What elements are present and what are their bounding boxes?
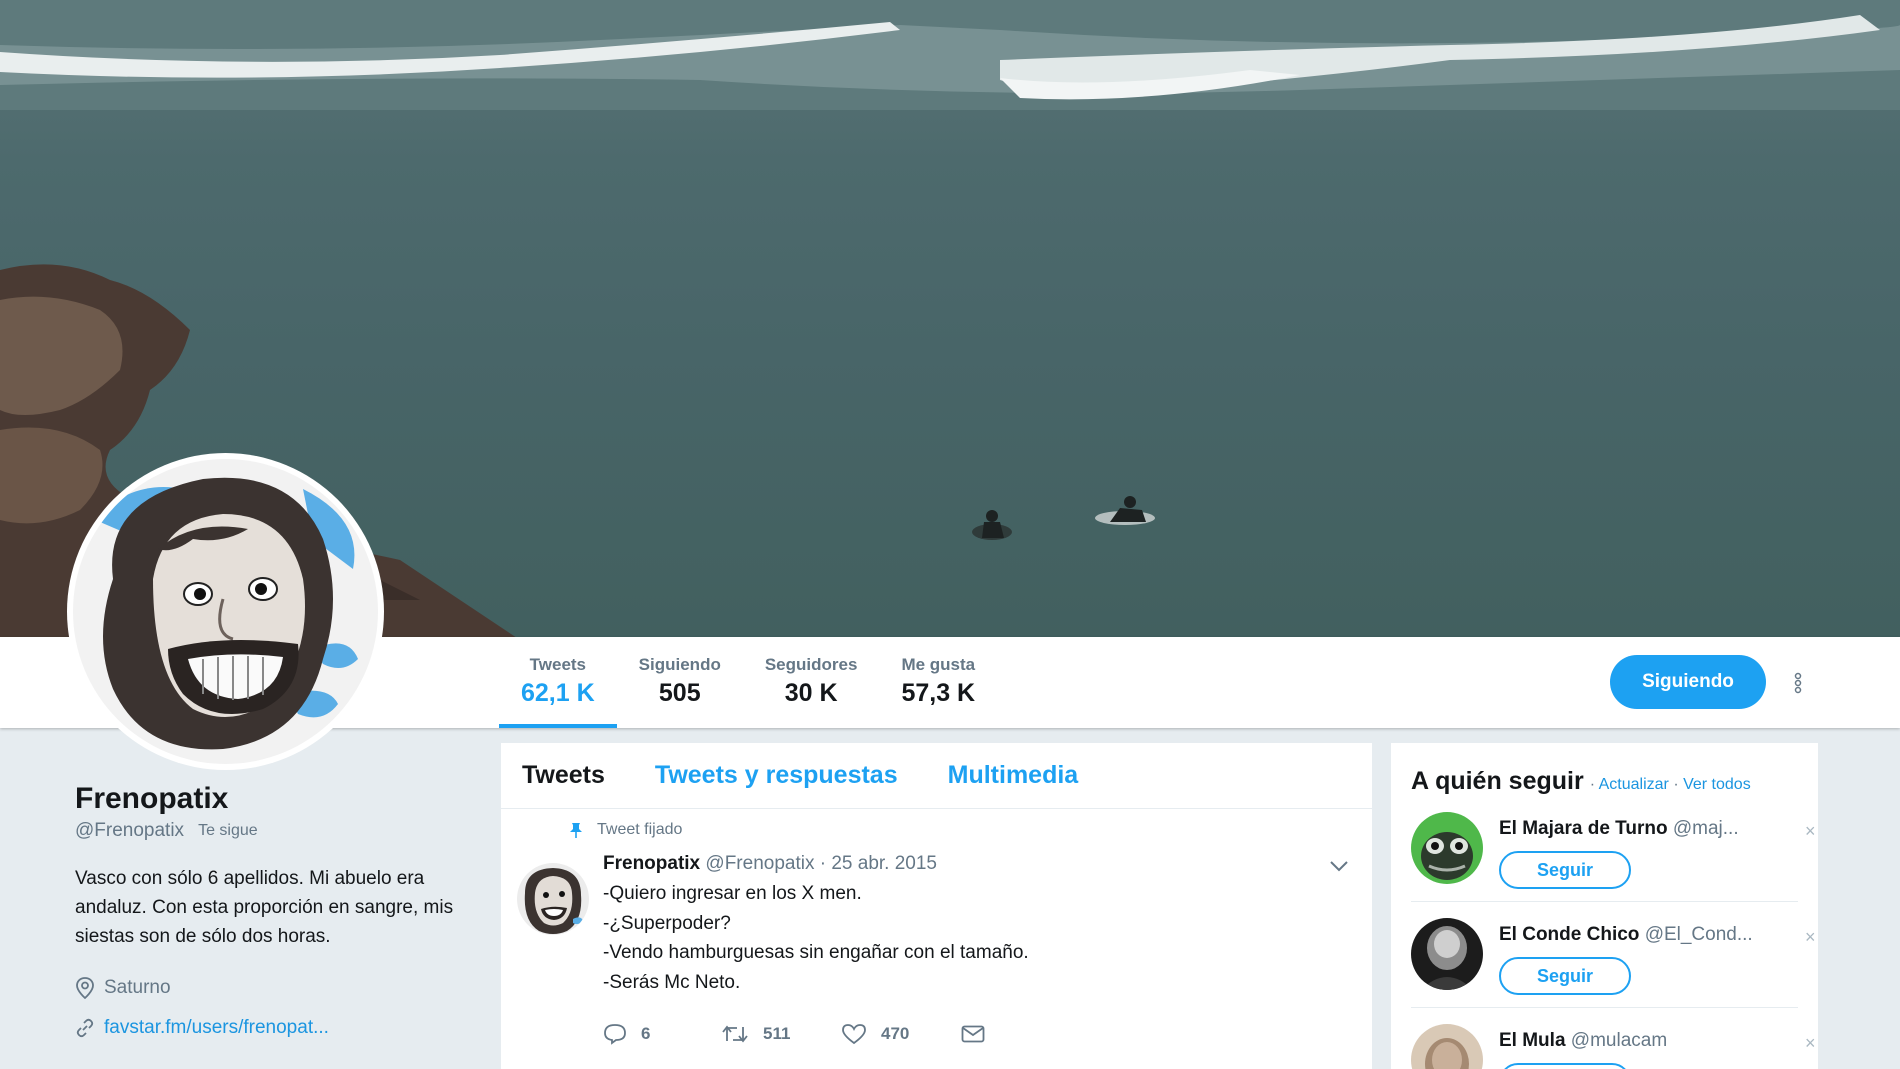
avatar-image — [73, 459, 378, 764]
retweet-icon — [722, 1025, 748, 1043]
tab-tweets-and-replies[interactable]: Tweets y respuestas — [655, 761, 898, 790]
suggested-user-name-row[interactable]: El Mula @mulacam — [1499, 1030, 1667, 1052]
link-icon — [76, 1018, 94, 1038]
suggested-user-name: El Mula — [1499, 1030, 1566, 1051]
tab-media[interactable]: Multimedia — [948, 761, 1079, 790]
banner-waves — [0, 0, 1900, 110]
message-icon — [961, 1025, 985, 1043]
reply-button[interactable]: 6 — [603, 1023, 721, 1045]
location-icon — [76, 977, 94, 999]
profile-handle[interactable]: @Frenopatix — [75, 820, 184, 842]
stat-label: Me gusta — [901, 655, 976, 674]
separator: · — [1673, 776, 1679, 793]
tweet-text: -Quiero ingresar en los X men. -¿Superpo… — [603, 879, 1343, 997]
view-all-link[interactable]: Ver todos — [1683, 776, 1751, 793]
tweet-line: -Vendo hamburguesas sin engañar con el t… — [603, 942, 1029, 963]
pin-icon — [570, 823, 582, 838]
suggested-user-name: El Conde Chico — [1499, 924, 1640, 945]
surfers — [972, 496, 1155, 540]
suggested-user-avatar[interactable] — [1411, 812, 1483, 884]
stat-following[interactable]: Siguiendo 505 — [617, 637, 743, 728]
stat-value: 62,1 K — [521, 679, 595, 707]
stat-label: Siguiendo — [638, 655, 721, 674]
suggested-user: El Conde Chico @El_Cond... × Seguir — [1411, 902, 1816, 1008]
suggested-user-avatar[interactable] — [1411, 918, 1483, 990]
stat-value: 30 K — [784, 679, 838, 707]
profile-location: Saturno — [104, 977, 171, 998]
follow-button[interactable]: Seguir — [1499, 1063, 1631, 1069]
chevron-down-icon[interactable] — [1329, 859, 1349, 877]
tweet-line: -Quiero ingresar en los X men. — [603, 883, 862, 904]
timeline: Tweets Tweets y respuestas Multimedia Tw… — [501, 743, 1372, 1069]
separator: · — [1589, 776, 1596, 793]
suggested-user: El Mula @mulacam × Seguir — [1411, 1008, 1816, 1069]
tweet-line: -¿Superpoder? — [603, 912, 731, 934]
pinned-label: Tweet fijado — [597, 821, 683, 838]
stat-value: 57,3 K — [901, 679, 976, 707]
timeline-tabs: Tweets Tweets y respuestas Multimedia — [501, 743, 1372, 809]
following-button[interactable]: Siguiendo — [1610, 655, 1766, 709]
tab-tweets[interactable]: Tweets — [522, 761, 605, 790]
suggested-user-avatar[interactable] — [1411, 1024, 1483, 1069]
dismiss-icon[interactable]: × — [1805, 822, 1816, 840]
stat-label: Seguidores — [764, 655, 858, 674]
profile-stats: Tweets 62,1 K Siguiendo 505 Seguidores 3… — [499, 637, 997, 728]
suggested-user-handle: @maj... — [1672, 818, 1739, 839]
suggested-user-name-row[interactable]: El Conde Chico @El_Cond... — [1499, 924, 1753, 946]
profile-avatar[interactable] — [67, 453, 384, 770]
tweet-actions: 6 511 470 — [603, 1023, 985, 1045]
direct-message-button[interactable] — [961, 1025, 985, 1043]
follow-button[interactable]: Seguir — [1499, 851, 1631, 889]
stat-tweets[interactable]: Tweets 62,1 K — [499, 637, 617, 728]
tweet-avatar[interactable] — [517, 863, 589, 935]
pinned-label-row: Tweet fijado — [569, 821, 682, 839]
more-vertical-icon[interactable] — [1786, 668, 1810, 698]
suggested-user-handle: @El_Cond... — [1644, 924, 1753, 945]
tweet-line: -Serás Mc Neto. — [603, 971, 741, 993]
dismiss-icon[interactable]: × — [1805, 928, 1816, 946]
suggested-user-handle: @mulacam — [1570, 1030, 1668, 1051]
stat-likes[interactable]: Me gusta 57,3 K — [879, 637, 997, 728]
stat-label: Tweets — [529, 655, 587, 674]
pinned-tweet[interactable]: Tweet fijado Frenopatix @Frenopatix · 25… — [501, 809, 1372, 1045]
stat-value: 505 — [658, 679, 701, 707]
reply-count: 6 — [641, 1024, 651, 1043]
profile-card: Frenopatix @Frenopatix Te sigue Vasco co… — [75, 780, 475, 1039]
suggested-user: El Majara de Turno @maj... × Seguir — [1411, 796, 1816, 902]
like-icon — [842, 1024, 866, 1045]
tweet-author-meta[interactable]: @Frenopatix · 25 abr. 2015 — [705, 853, 937, 874]
like-count: 470 — [881, 1024, 910, 1043]
who-to-follow-title: A quién seguir — [1411, 767, 1584, 795]
profile-url-link[interactable]: favstar.fm/users/frenopat... — [104, 1017, 329, 1039]
retweet-count: 511 — [763, 1024, 791, 1043]
follows-you-badge: Te sigue — [198, 822, 258, 839]
follow-button[interactable]: Seguir — [1499, 957, 1631, 995]
suggested-user-name-row[interactable]: El Majara de Turno @maj... — [1499, 818, 1739, 840]
tweet-header: Frenopatix @Frenopatix · 25 abr. 2015 — [603, 851, 1343, 877]
retweet-button[interactable]: 511 — [721, 1023, 841, 1045]
profile-bio: Vasco con sólo 6 apellidos. Mi abuelo er… — [75, 868, 454, 947]
stat-followers[interactable]: Seguidores 30 K — [743, 637, 880, 728]
suggested-user-name: El Majara de Turno — [1499, 818, 1668, 839]
like-button[interactable]: 470 — [841, 1023, 961, 1045]
who-to-follow: A quién seguir · Actualizar · Ver todos … — [1391, 743, 1818, 1069]
tweet-author-name[interactable]: Frenopatix — [603, 853, 700, 874]
who-to-follow-links: · Actualizar · Ver todos — [1590, 776, 1751, 794]
tweet-content: Frenopatix @Frenopatix · 25 abr. 2015 -Q… — [603, 851, 1343, 997]
reply-icon — [604, 1024, 626, 1045]
refresh-link[interactable]: Actualizar — [1599, 776, 1669, 793]
dismiss-icon[interactable]: × — [1805, 1034, 1816, 1052]
profile-full-name[interactable]: Frenopatix — [75, 780, 475, 818]
